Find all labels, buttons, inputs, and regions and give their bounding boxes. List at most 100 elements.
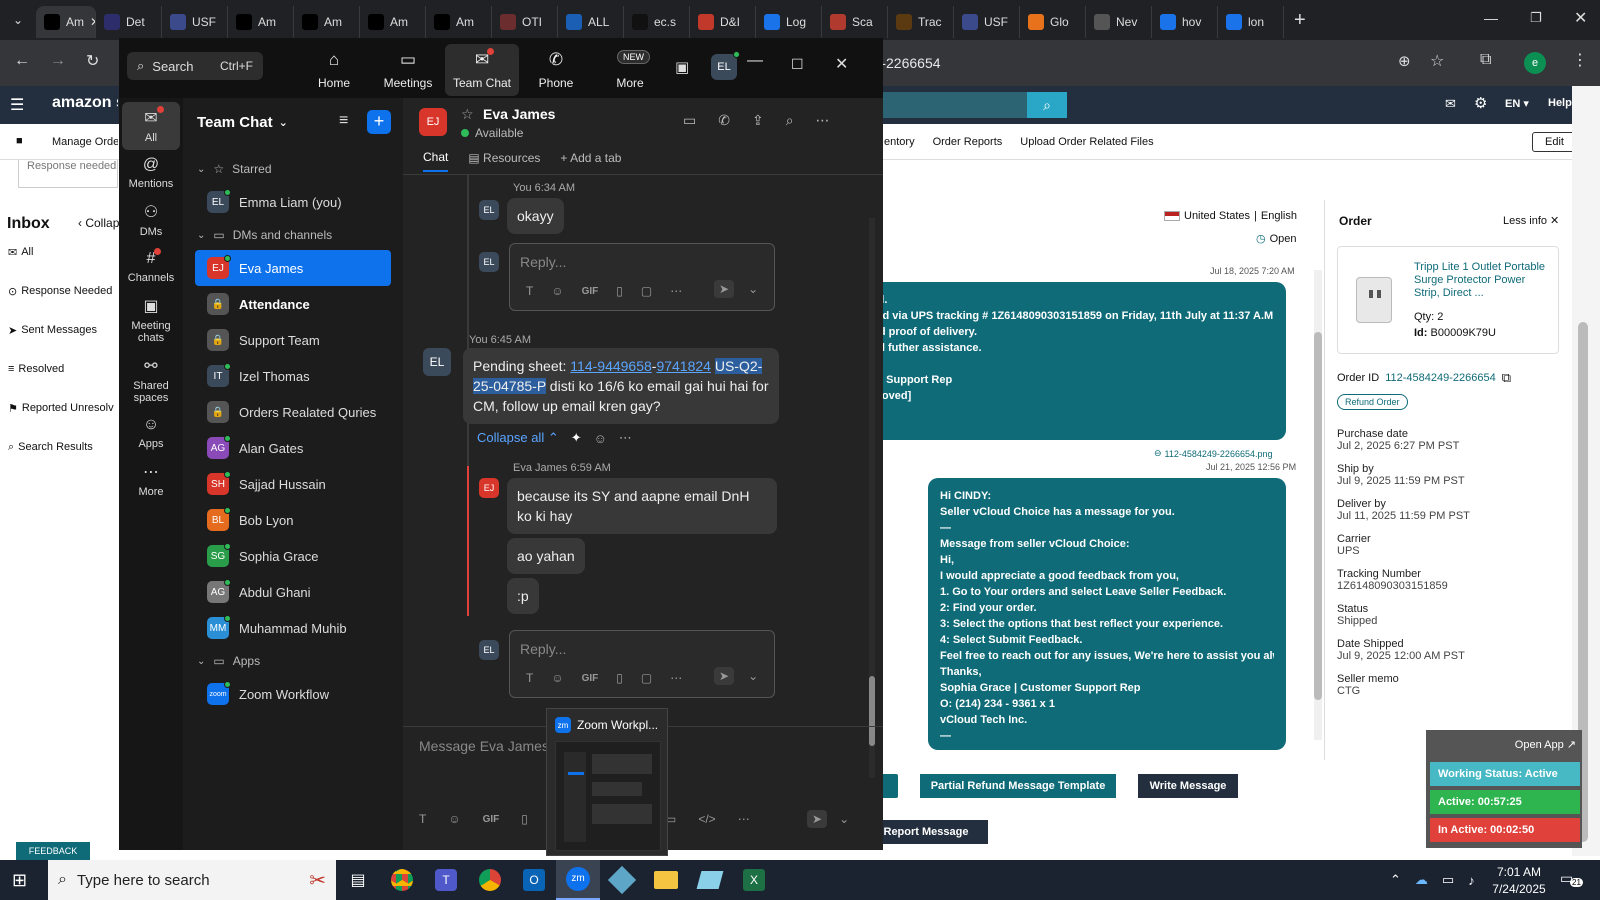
taskbar-preview[interactable]: zm Zoom Workpl... bbox=[546, 708, 668, 856]
browser-tab[interactable]: Am bbox=[426, 6, 492, 38]
thread-scrollbar[interactable] bbox=[1314, 270, 1322, 740]
browser-tab[interactable]: USF bbox=[162, 6, 228, 38]
browser-tab[interactable]: Am✕ bbox=[36, 6, 96, 38]
inbox-filter-item[interactable]: ➤ Sent Messages bbox=[8, 324, 119, 363]
link-1[interactable]: 114-9449658 bbox=[570, 358, 651, 374]
zoom-close-icon[interactable]: ✕ bbox=[835, 54, 848, 74]
starred-section[interactable]: ⌄ ☆ Starred bbox=[183, 154, 403, 184]
code-snippet-icon[interactable]: </> bbox=[698, 812, 715, 826]
zoom-search[interactable]: ⌕ Search Ctrl+F bbox=[127, 52, 263, 80]
browser-tab[interactable]: hov bbox=[1152, 6, 1218, 38]
zoom-minimize-icon[interactable]: — bbox=[747, 52, 763, 70]
chat-list-item[interactable]: 🔒 Attendance bbox=[183, 286, 403, 322]
rail-all[interactable]: ✉ All bbox=[122, 102, 180, 150]
ai-sparkle-icon[interactable]: ✦ bbox=[571, 430, 582, 446]
forward-icon[interactable]: → bbox=[50, 52, 66, 70]
inbox-filter-item[interactable]: ✉ All bbox=[8, 246, 119, 285]
inbox-filter-item[interactable]: ≡ Resolved bbox=[8, 363, 119, 402]
browser-tab[interactable]: ec.s bbox=[624, 6, 690, 38]
open-app-link[interactable]: Open App ↗ bbox=[1515, 738, 1576, 751]
tab-resources[interactable]: ▤ Resources bbox=[468, 151, 540, 171]
message-composer[interactable]: Message Eva James bbox=[419, 738, 549, 754]
chat-list-item[interactable]: SG Sophia Grace bbox=[183, 538, 403, 574]
chat-list-item[interactable]: BL Bob Lyon bbox=[183, 502, 403, 538]
help-link[interactable]: Help bbox=[1548, 97, 1572, 109]
tab-phone[interactable]: ✆ Phone bbox=[519, 44, 593, 96]
gif-button[interactable]: GIF bbox=[582, 673, 599, 684]
rail-apps[interactable]: ☺ Apps bbox=[122, 410, 180, 456]
refund-order-button[interactable]: Refund Order bbox=[1337, 394, 1408, 410]
add-reaction-icon[interactable]: ☺ bbox=[594, 431, 607, 446]
browser-tab[interactable]: Sca bbox=[822, 6, 888, 38]
bookmark-star-icon[interactable]: ☆ bbox=[1430, 51, 1444, 71]
rail-shared-spaces[interactable]: ⚯ Shared spaces bbox=[122, 350, 180, 410]
app-icon-blue[interactable] bbox=[600, 860, 644, 900]
phone-call-icon[interactable]: ✆ bbox=[718, 112, 730, 129]
gif-button[interactable]: GIF bbox=[483, 814, 500, 825]
product-title-link[interactable]: Tripp Lite 1 Outlet Portable Surge Prote… bbox=[1414, 261, 1548, 300]
file-icon[interactable]: ▯ bbox=[521, 812, 528, 826]
notification-icon[interactable]: ▭ 21 bbox=[1560, 870, 1583, 887]
zoom-maximize-icon[interactable]: ☐ bbox=[791, 56, 804, 73]
profile-avatar[interactable]: e bbox=[1524, 52, 1546, 74]
amazon-logo[interactable]: amazon sel bbox=[52, 94, 118, 112]
file-icon[interactable]: ▯ bbox=[616, 671, 623, 685]
more-icon[interactable]: ⋯ bbox=[670, 284, 682, 298]
onedrive-icon[interactable]: ☁ bbox=[1415, 872, 1428, 888]
reply-message-1[interactable]: because its SY and aapne email DnH ko ki… bbox=[507, 478, 777, 534]
calendar-icon[interactable]: ▣ bbox=[675, 58, 689, 76]
tab-meetings[interactable]: ▭ Meetings bbox=[371, 44, 445, 96]
more-options-icon[interactable]: ⋯ bbox=[816, 112, 830, 129]
filter-icon[interactable]: ≡ bbox=[339, 112, 348, 130]
thread-scroll-thumb[interactable] bbox=[1314, 332, 1322, 700]
new-tab-icon[interactable]: + bbox=[1294, 9, 1306, 32]
chat-avatar[interactable]: EJ bbox=[419, 108, 447, 136]
browser-tab[interactable]: Nev bbox=[1086, 6, 1152, 38]
emoji-icon[interactable]: ☺ bbox=[448, 812, 460, 826]
message-pending-sheet[interactable]: Pending sheet: 114-9449658-9741824 US-Q2… bbox=[463, 348, 779, 424]
share-icon[interactable]: ⇪ bbox=[752, 112, 764, 129]
partial-refund-template-button[interactable]: Partial Refund Message Template bbox=[920, 774, 1116, 798]
send-icon[interactable]: ➤ bbox=[714, 667, 735, 685]
user-avatar[interactable]: EL bbox=[711, 51, 740, 80]
inbox-filter-item[interactable]: ⚑ Reported Unresolv bbox=[8, 402, 119, 441]
browser-menu-icon[interactable]: ⋮ bbox=[1572, 50, 1588, 70]
tab-team-chat[interactable]: ✉ Team Chat bbox=[445, 44, 519, 96]
order-reports-link[interactable]: Order Reports bbox=[933, 136, 1003, 148]
reload-icon[interactable]: ↻ bbox=[86, 51, 99, 71]
tab-home[interactable]: ⌂ Home bbox=[297, 44, 371, 96]
chat-list-item[interactable]: AG Alan Gates bbox=[183, 430, 403, 466]
chat-name[interactable]: Eva James bbox=[483, 106, 555, 122]
chrome-profile-icon[interactable] bbox=[468, 860, 512, 900]
team-chat-title[interactable]: Team Chat ⌄ bbox=[197, 114, 288, 131]
feedback-button[interactable]: FEEDBACK bbox=[16, 842, 90, 860]
network-icon[interactable]: ▭ bbox=[1442, 872, 1454, 888]
format-text-icon[interactable]: T bbox=[526, 671, 533, 685]
reply-message-3[interactable]: :p bbox=[507, 578, 539, 614]
tab-chat[interactable]: Chat bbox=[423, 150, 449, 172]
rail-more[interactable]: ⋯ More bbox=[122, 456, 180, 504]
video-call-icon[interactable]: ▭ bbox=[683, 112, 696, 129]
hamburger-icon[interactable]: ☰ bbox=[10, 95, 24, 115]
tray-chevron-icon[interactable]: ⌃ bbox=[1390, 872, 1401, 888]
rail-meeting-chats[interactable]: ▣ Meeting chats bbox=[122, 290, 180, 350]
task-view-icon[interactable]: ▤ bbox=[336, 860, 380, 900]
outlook-icon[interactable]: O bbox=[512, 860, 556, 900]
chat-list-item[interactable]: IT Izel Thomas bbox=[183, 358, 403, 394]
language-selector[interactable]: EN ▾ bbox=[1505, 97, 1529, 110]
gif-button[interactable]: GIF bbox=[582, 286, 599, 297]
browser-tab[interactable]: Trac bbox=[888, 6, 954, 38]
send-options-icon[interactable]: ⌄ bbox=[839, 812, 849, 826]
browser-tab[interactable]: Log bbox=[756, 6, 822, 38]
format-text-icon[interactable]: T bbox=[526, 284, 533, 298]
emoji-icon[interactable]: ☺ bbox=[551, 671, 563, 685]
chat-list-item[interactable]: AG Abdul Ghani bbox=[183, 574, 403, 610]
edit-button[interactable]: Edit bbox=[1532, 132, 1577, 152]
windows-start-icon[interactable]: ⊞ bbox=[12, 870, 27, 891]
inbox-filter-item[interactable]: ⊙ Response Needed bbox=[8, 285, 119, 324]
browser-tab[interactable]: Glo bbox=[1020, 6, 1086, 38]
notepad-icon[interactable] bbox=[688, 860, 732, 900]
search-in-chat-icon[interactable]: ⌕ bbox=[786, 112, 794, 129]
copy-icon[interactable]: ⧉ bbox=[1502, 370, 1511, 386]
teams-icon[interactable]: T bbox=[424, 860, 468, 900]
